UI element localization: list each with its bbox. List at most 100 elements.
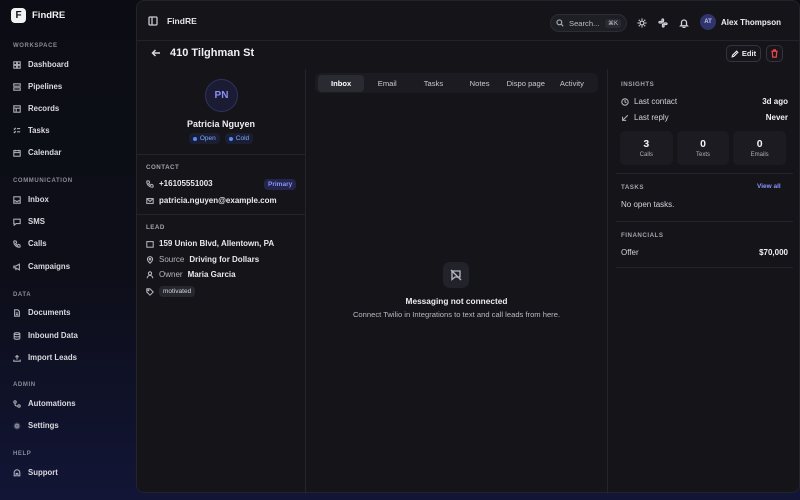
reply-arrow-icon [622,114,629,121]
stat-value: 0 [700,138,706,150]
search-input[interactable]: Search... ⌘K [550,14,627,32]
search-shortcut: ⌘K [604,18,621,28]
empty-state-icon-wrapper [443,262,469,288]
breadcrumb[interactable]: FindRE [167,16,197,26]
email-field[interactable]: patricia.nguyen@example.com [146,196,277,205]
sidebar-item-label: Records [28,104,60,113]
integrations-button[interactable] [658,18,668,28]
sidebar-item-campaigns[interactable]: Campaigns [13,262,70,271]
integrations-icon [658,18,668,28]
dashboard-icon [13,60,21,69]
lead-name: Patricia Nguyen [186,119,256,129]
records-icon [13,104,21,113]
back-button[interactable] [151,48,161,60]
offer-row: Offer $70,000 [621,248,788,257]
sidebar: F FindRE WORKSPACE Dashboard Pipelines R… [0,0,136,500]
primary-badge: Primary [264,179,297,190]
sun-icon [637,18,647,28]
upload-icon [13,354,21,362]
column-divider [305,69,306,494]
theme-toggle-button[interactable] [637,18,647,28]
sidebar-item-records[interactable]: Records [13,104,59,113]
nav-section-title: WORKSPACE [13,43,58,49]
sidebar-item-calls[interactable]: Calls [13,239,47,248]
last-reply-row: Last reply Never [621,113,788,122]
sidebar-item-tasks[interactable]: Tasks [13,126,50,135]
tab-activity[interactable]: Activity [549,75,595,92]
edit-button[interactable]: Edit [726,45,761,62]
stat-emails: 0 Emails [733,131,787,165]
tab-tasks[interactable]: Tasks [410,75,456,92]
sidebar-item-documents[interactable]: Documents [13,308,70,317]
email-address: patricia.nguyen@example.com [159,196,277,205]
financials-label: FINANCIALS [621,232,664,239]
insights-panel: INSIGHTS Last contact 3d ago Last reply … [608,69,800,494]
offer-value: $70,000 [759,248,788,257]
megaphone-icon [13,262,20,271]
sidebar-item-dashboard[interactable]: Dashboard [13,60,69,69]
tab-notes[interactable]: Notes [457,75,503,92]
sidebar-item-label: Support [28,468,58,477]
sidebar-item-label: Automations [28,399,76,408]
offer-label: Offer [621,248,639,257]
source-label: Source [159,255,185,264]
sidebar-toggle-icon[interactable] [148,16,158,26]
nav-section-title: HELP [13,451,32,457]
nav-section-title: DATA [13,292,32,298]
sidebar-item-import-leads[interactable]: Import Leads [13,353,77,362]
status-badge[interactable]: Open [188,133,220,144]
notifications-button[interactable] [679,18,689,29]
gear-icon [13,422,21,429]
message-off-icon [450,269,462,281]
tags-field: motivated [146,286,196,297]
divider [616,221,793,222]
stat-value: 3 [643,138,650,150]
main-panel: FindRE Search... ⌘K AT Alex Thompson 410… [136,0,800,494]
divider [137,154,305,155]
inbox-icon [13,195,21,204]
tab-inbox[interactable]: Inbox [318,74,365,92]
brand-name: FindRE [32,10,66,21]
tab-email[interactable]: Email [364,75,410,92]
sidebar-item-inbound-data[interactable]: Inbound Data [13,331,78,340]
sidebar-item-pipelines[interactable]: Pipelines [13,82,62,91]
stat-calls: 3 Calls [620,131,673,165]
trash-icon [771,49,778,58]
brand[interactable]: F FindRE [11,8,65,23]
sidebar-item-label: Campaigns [28,262,71,271]
sidebar-item-support[interactable]: Support [13,468,58,477]
status-dot [228,136,233,141]
tab-dispo-page[interactable]: Dispo page [503,75,549,92]
clock-icon [621,97,629,106]
nav-section-title: COMMUNICATION [13,178,73,184]
temperature-badge[interactable]: Cold [224,133,254,144]
sidebar-item-label: Dashboard [28,60,69,69]
address-field: 159 Union Blvd, Allentown, PA [146,239,274,248]
owner-field[interactable]: Owner Maria Garcia [146,270,236,279]
sidebar-item-sms[interactable]: SMS [13,217,45,226]
user-menu[interactable]: AT Alex Thompson [700,14,781,30]
sidebar-item-automations[interactable]: Automations [13,399,76,408]
pencil-icon [731,49,739,58]
empty-state-message: Connect Twilio in Integrations to text a… [352,310,561,319]
divider [616,267,793,268]
phone-icon [146,179,154,188]
view-all-tasks-link[interactable]: View all [757,183,781,190]
sidebar-item-inbox[interactable]: Inbox [13,195,49,204]
building-icon [146,240,154,248]
lead-avatar: PN [205,79,238,112]
sidebar-item-calendar[interactable]: Calendar [13,148,61,157]
phone-field[interactable]: +16105551003 [146,179,213,188]
search-icon [556,19,564,27]
sidebar-item-settings[interactable]: Settings [13,421,59,430]
sms-icon [13,218,21,226]
tasks-label: TASKS [621,184,645,191]
temperature-badge-label: Cold [235,135,250,142]
tasks-empty-row: No open tasks. [621,200,788,209]
tag-chip[interactable]: motivated [159,286,196,297]
database-icon [13,331,21,340]
phone-icon [13,239,21,248]
conversation-tabs: Inbox Email Tasks Notes Dispo page Activ… [315,73,598,93]
sidebar-item-label: Inbox [28,195,49,204]
delete-button[interactable] [766,45,783,62]
